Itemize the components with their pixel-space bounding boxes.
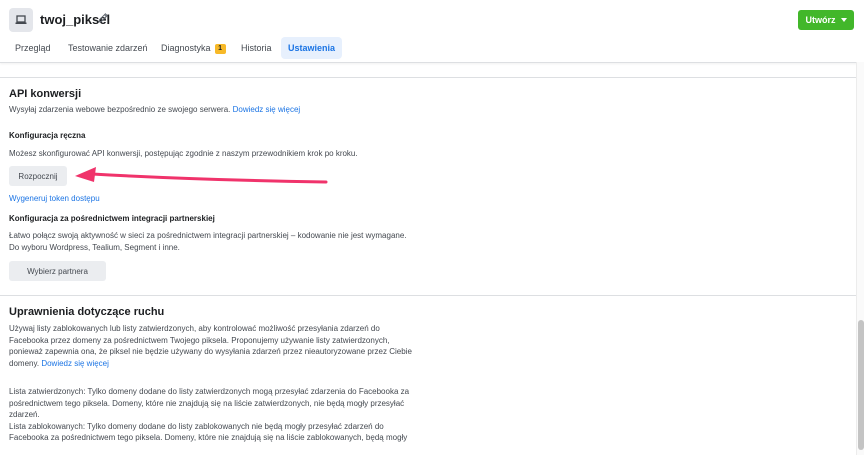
diagnostics-badge: 1 xyxy=(214,44,226,54)
tab-label: Przegląd xyxy=(15,43,51,53)
tab-label: Ustawienia xyxy=(288,43,336,53)
scrollbar-thumb[interactable] xyxy=(858,320,864,450)
scrollbar[interactable] xyxy=(856,62,864,455)
tab-overview[interactable]: Przegląd xyxy=(8,37,58,59)
tab-label: Diagnostyka xyxy=(161,43,211,53)
tab-label: Testowanie zdarzeń xyxy=(68,43,148,53)
create-button[interactable]: Utwórz xyxy=(798,10,854,30)
annotation-arrow xyxy=(75,167,328,184)
pixel-header: twoj_piksel Utwórz Przegląd Testowanie z… xyxy=(0,0,864,63)
tab-diagnostics[interactable]: Diagnostyka 1 xyxy=(154,37,233,59)
caret-down-icon xyxy=(840,18,847,22)
tab-settings[interactable]: Ustawienia xyxy=(281,37,343,59)
pencil-icon[interactable] xyxy=(97,12,109,24)
create-button-label: Utwórz xyxy=(805,15,836,25)
tab-history[interactable]: Historia xyxy=(234,37,279,59)
tab-label: Historia xyxy=(241,43,272,53)
pixel-icon xyxy=(9,8,33,32)
tab-test-events[interactable]: Testowanie zdarzeń xyxy=(61,37,155,59)
settings-content: API konwersji Wysyłaj zdarzenia webowe b… xyxy=(0,70,856,455)
